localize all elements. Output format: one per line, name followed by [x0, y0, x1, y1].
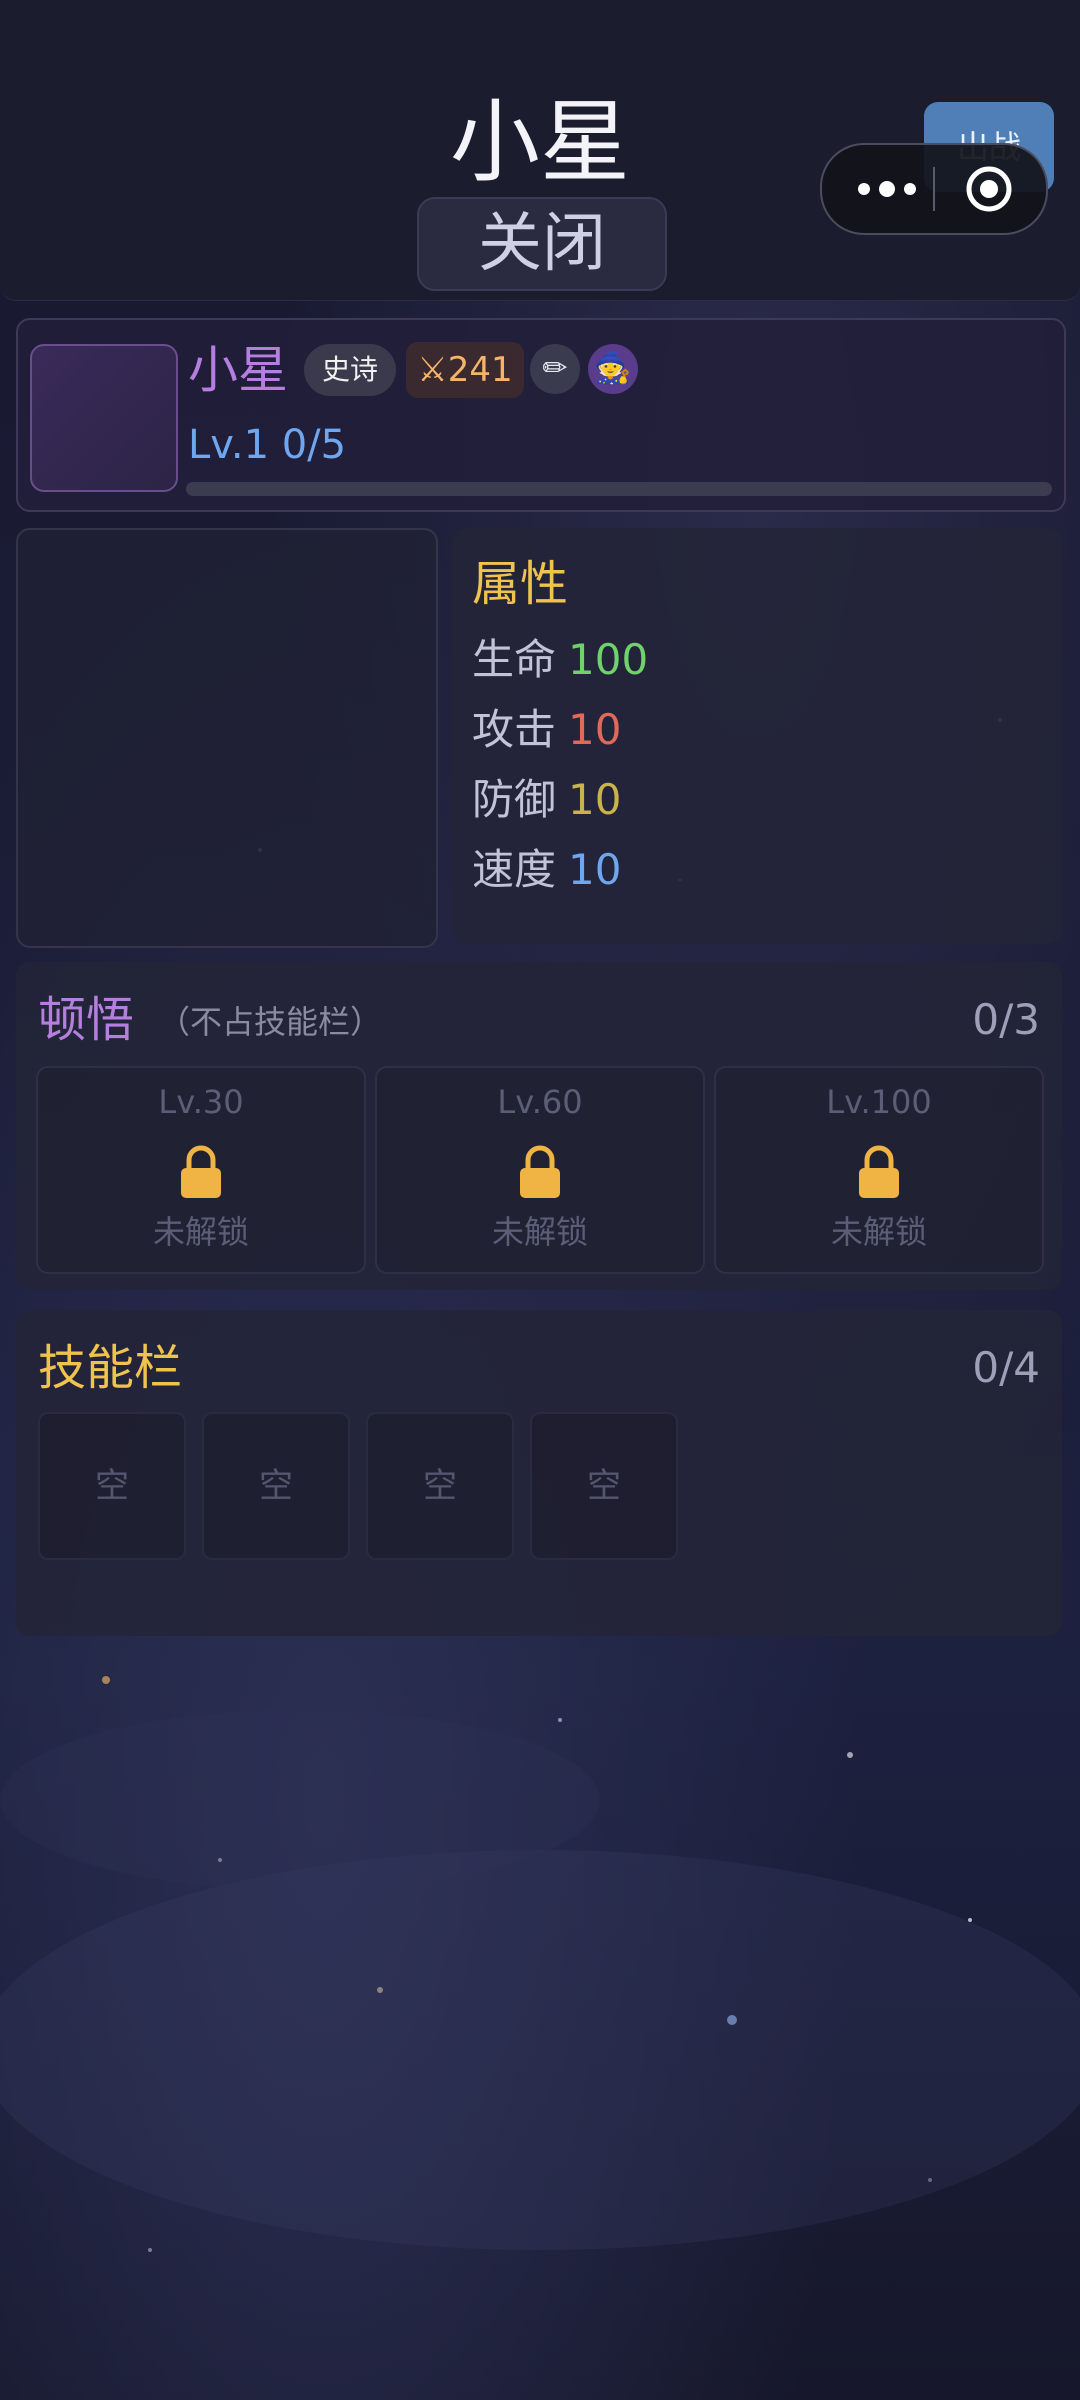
- attr-label: 速度: [472, 845, 557, 894]
- enlightenment-title: 顿悟: [38, 992, 135, 1048]
- crossed-swords-icon: ⚔: [417, 350, 448, 390]
- skill-bar-count: 0/4: [972, 1343, 1040, 1392]
- skill-bar-title: 技能栏: [38, 1340, 183, 1396]
- attr-value: 10: [568, 775, 622, 824]
- enlightenment-slot[interactable]: Lv.100 未解锁: [714, 1066, 1044, 1274]
- slot-level: Lv.30: [158, 1083, 244, 1121]
- lock-icon: [520, 1145, 560, 1198]
- close-button[interactable]: 关闭: [417, 197, 667, 291]
- enlightenment-subtitle: （不占技能栏）: [158, 1003, 383, 1041]
- character-avatar[interactable]: [30, 344, 178, 492]
- more-icon[interactable]: [852, 169, 922, 209]
- skill-bar-panel: 技能栏 0/4 空 空 空 空: [16, 1310, 1062, 1636]
- slot-status: 未解锁: [830, 1213, 927, 1251]
- character-card: 小星 史诗 ⚔241 ✏ 🧙 Lv.1 0/5: [16, 318, 1066, 512]
- miniprogram-capsule: [820, 143, 1048, 235]
- attr-value: 10: [568, 705, 622, 754]
- enlightenment-slot[interactable]: Lv.30 未解锁: [36, 1066, 366, 1274]
- attr-row-speed: 速度 10: [472, 844, 621, 896]
- slot-status: 未解锁: [152, 1213, 249, 1251]
- lock-icon: [181, 1145, 221, 1198]
- attr-row-defense: 防御 10: [472, 774, 621, 826]
- skill-slot[interactable]: 空: [38, 1412, 186, 1560]
- character-portrait: [16, 528, 438, 948]
- slot-status: 未解锁: [491, 1213, 588, 1251]
- mage-icon[interactable]: 🧙: [588, 344, 638, 394]
- close-miniprogram-icon[interactable]: [965, 165, 1013, 213]
- attributes-title: 属性: [472, 556, 569, 612]
- attr-value: 100: [568, 635, 649, 684]
- exp-progress-bar: [186, 482, 1052, 496]
- power-value: 241: [447, 350, 513, 390]
- power-badge: ⚔241: [406, 342, 524, 398]
- capsule-divider: [933, 167, 935, 211]
- slot-level: Lv.100: [826, 1083, 932, 1121]
- enlightenment-panel: 顿悟 （不占技能栏） 0/3 Lv.30 未解锁 Lv.60 未解锁 Lv.10…: [16, 962, 1062, 1290]
- rarity-badge: 史诗: [304, 344, 396, 396]
- character-name: 小星: [188, 341, 288, 399]
- level-text: Lv.1 0/5: [188, 422, 347, 468]
- enlightenment-slot[interactable]: Lv.60 未解锁: [375, 1066, 705, 1274]
- attr-label: 防御: [472, 775, 557, 824]
- attr-row-hp: 生命 100: [472, 634, 648, 686]
- skill-slot[interactable]: 空: [202, 1412, 350, 1560]
- attr-row-attack: 攻击 10: [472, 704, 621, 756]
- pencil-icon[interactable]: ✏: [530, 344, 580, 394]
- attr-value: 10: [568, 845, 622, 894]
- attr-label: 生命: [472, 635, 557, 684]
- skill-slot[interactable]: 空: [366, 1412, 514, 1560]
- enlightenment-count: 0/3: [972, 995, 1040, 1044]
- slot-level: Lv.60: [497, 1083, 583, 1121]
- lock-icon: [859, 1145, 899, 1198]
- attr-label: 攻击: [472, 705, 557, 754]
- attributes-panel: 属性 生命 100 攻击 10 防御 10 速度 10: [452, 528, 1062, 944]
- skill-slot[interactable]: 空: [530, 1412, 678, 1560]
